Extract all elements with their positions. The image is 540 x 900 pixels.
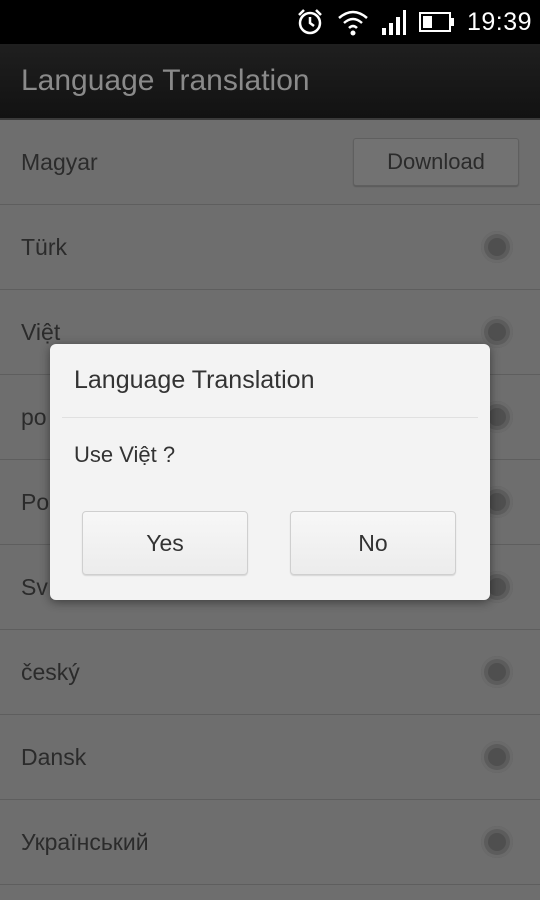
radio-button[interactable] bbox=[481, 656, 513, 688]
dialog-divider bbox=[62, 417, 478, 418]
app-title: Language Translation bbox=[21, 64, 310, 97]
list-item[interactable]: český bbox=[0, 630, 540, 715]
radio-button[interactable] bbox=[481, 231, 513, 263]
wifi-icon bbox=[337, 8, 369, 36]
language-label: Magyar bbox=[21, 148, 98, 175]
alarm-icon bbox=[295, 7, 325, 37]
status-time: 19:39 bbox=[466, 7, 532, 36]
download-button[interactable]: Download bbox=[353, 138, 519, 186]
dialog-title: Language Translation bbox=[74, 366, 315, 394]
list-item[interactable]: Magyar Download bbox=[0, 120, 540, 205]
language-label: Sv bbox=[21, 573, 48, 600]
action-bar: Language Translation bbox=[0, 44, 540, 120]
language-label: český bbox=[21, 658, 80, 685]
language-label: po bbox=[21, 403, 47, 430]
radio-button[interactable] bbox=[481, 316, 513, 348]
list-item[interactable]: Український bbox=[0, 800, 540, 885]
list-item[interactable]: Dansk bbox=[0, 715, 540, 800]
radio-button[interactable] bbox=[481, 741, 513, 773]
battery-icon bbox=[418, 11, 455, 33]
language-label: Việt bbox=[21, 318, 61, 345]
language-label: Dansk bbox=[21, 743, 87, 770]
radio-button[interactable] bbox=[481, 826, 513, 858]
dialog-message: Use Việt ? bbox=[74, 442, 176, 467]
language-label: Український bbox=[21, 828, 149, 855]
yes-button[interactable]: Yes bbox=[82, 511, 248, 575]
no-button[interactable]: No bbox=[290, 511, 456, 575]
signal-icon bbox=[381, 8, 407, 36]
language-label: Türk bbox=[21, 233, 67, 260]
language-label: Po bbox=[21, 488, 50, 515]
list-item[interactable]: Türk bbox=[0, 205, 540, 290]
status-bar: 19:39 bbox=[0, 0, 540, 44]
confirm-dialog: Language Translation Use Việt ? Yes No bbox=[50, 344, 490, 600]
